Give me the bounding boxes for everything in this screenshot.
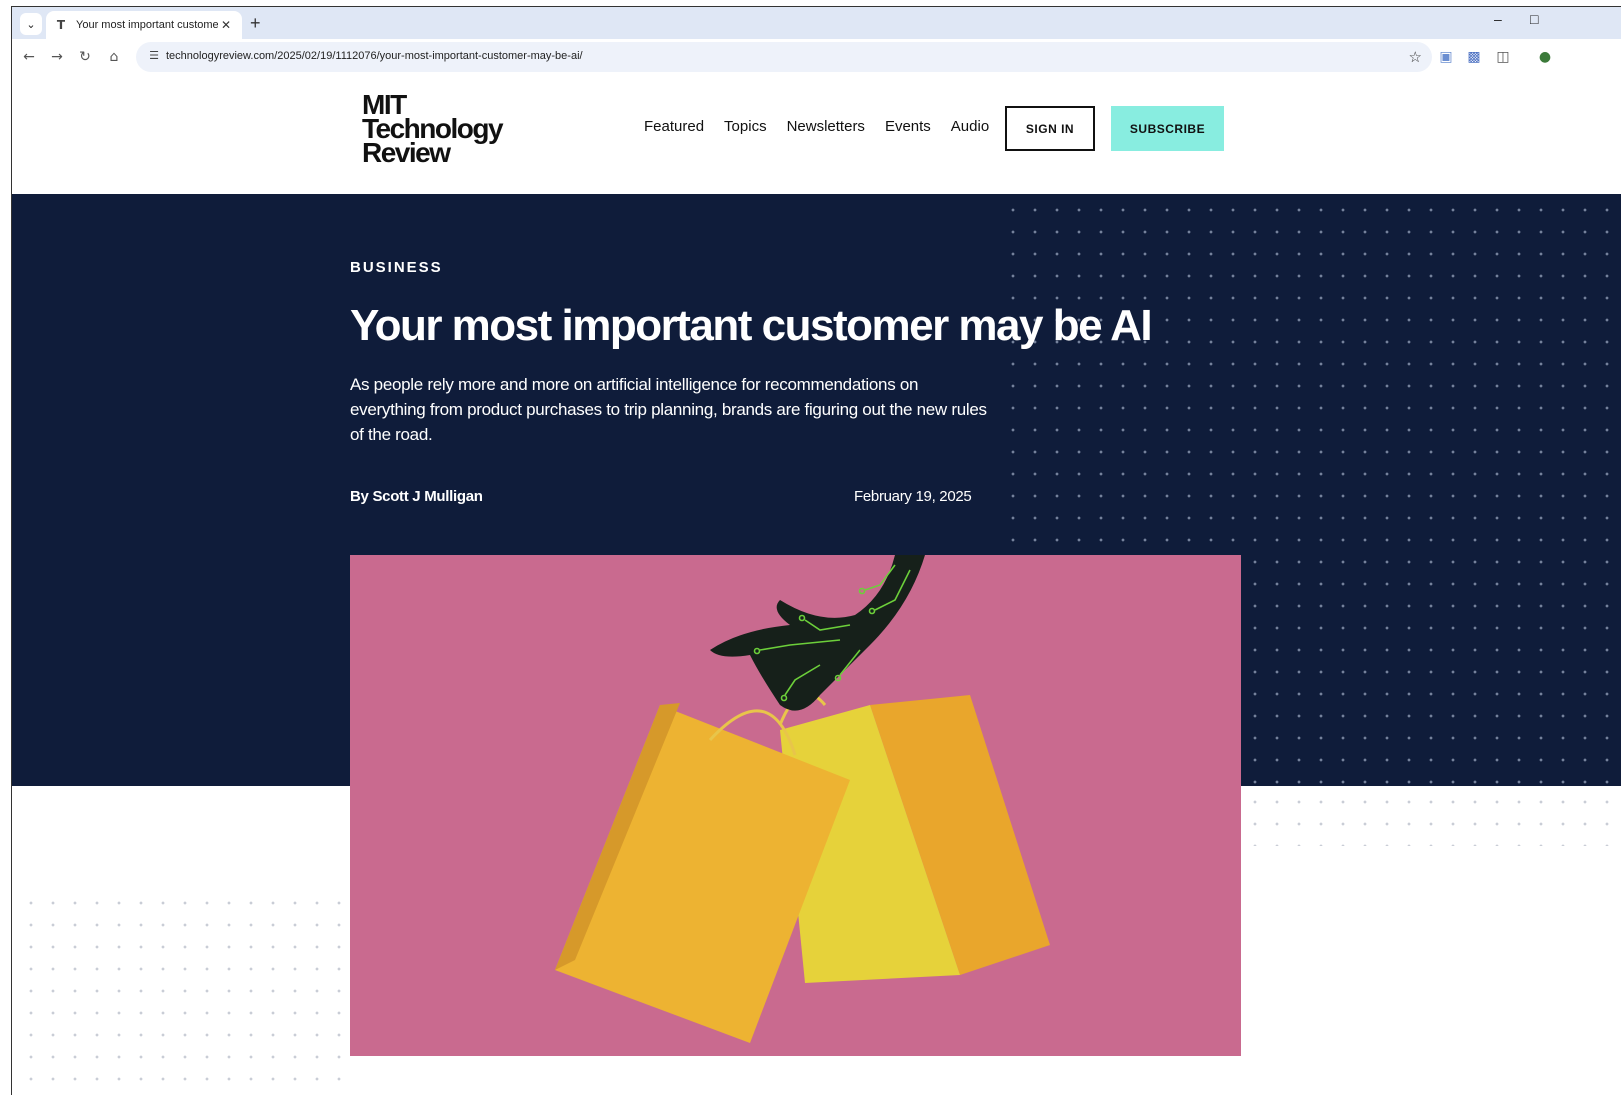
address-bar[interactable]: ☰ technologyreview.com/2025/02/19/111207… — [136, 42, 1432, 72]
close-icon[interactable]: ✕ — [218, 18, 234, 32]
tab-list-icon[interactable]: ⌄ — [20, 13, 42, 35]
nav-newsletters[interactable]: Newsletters — [787, 118, 865, 135]
article-headline: Your most important customer may be AI — [350, 301, 1153, 350]
nav-events[interactable]: Events — [885, 118, 931, 135]
browser-window: ⌄ T Your most important customer ✕ + – □… — [11, 6, 1621, 1095]
article-date: February 19, 2025 — [854, 488, 972, 505]
translate-icon[interactable]: ▩ — [1465, 48, 1483, 66]
nav-topics[interactable]: Topics — [724, 118, 767, 135]
subscribe-button[interactable]: SUBSCRIBE — [1111, 106, 1224, 151]
mit-technology-review-logo[interactable]: MIT Technology Review — [362, 91, 512, 168]
dot-pattern-left — [12, 887, 352, 1095]
maximize-icon[interactable]: □ — [1530, 11, 1538, 27]
browser-toolbar: ← → ↻ ⌂ ☰ technologyreview.com/2025/02/1… — [12, 39, 1621, 75]
site-info-icon[interactable]: ☰ — [146, 49, 162, 65]
browser-tab[interactable]: T Your most important customer ✕ — [46, 11, 242, 39]
tab-bar: ⌄ T Your most important customer ✕ + – □ — [12, 7, 1621, 39]
tab-title: Your most important customer — [76, 19, 218, 31]
article-dek: As people rely more and more on artifici… — [350, 375, 987, 444]
site-header: MIT Technology Review Featured Topics Ne… — [12, 75, 1621, 194]
nav-audio[interactable]: Audio — [951, 118, 989, 135]
back-icon[interactable]: ← — [20, 48, 38, 66]
forward-icon[interactable]: → — [48, 48, 66, 66]
url-text[interactable]: technologyreview.com/2025/02/19/1112076/… — [166, 50, 583, 62]
favicon-icon: T — [56, 18, 66, 32]
robot-hand — [710, 555, 925, 711]
article-byline[interactable]: By Scott J Mulligan — [350, 488, 483, 505]
bookmark-star-icon[interactable]: ☆ — [1409, 48, 1422, 66]
main-nav: Featured Topics Newsletters Events Audio — [644, 118, 1009, 135]
new-tab-icon[interactable]: + — [250, 13, 261, 33]
puzzle-icon[interactable]: ◫ — [1494, 48, 1512, 66]
profile-icon[interactable]: ● — [1536, 48, 1554, 66]
logo-line-3: Review — [362, 137, 451, 168]
shopping-bags-illustration — [555, 555, 1050, 1043]
extension-icon[interactable]: ▣ — [1437, 48, 1455, 66]
article-category[interactable]: BUSINESS — [350, 259, 443, 276]
article-hero-image — [350, 555, 1241, 1056]
sign-in-button[interactable]: SIGN IN — [1005, 106, 1095, 151]
reload-icon[interactable]: ↻ — [76, 48, 94, 66]
minimize-icon[interactable]: – — [1494, 11, 1502, 27]
home-icon[interactable]: ⌂ — [105, 48, 123, 66]
nav-featured[interactable]: Featured — [644, 118, 704, 135]
dot-pattern-right — [1244, 786, 1621, 846]
